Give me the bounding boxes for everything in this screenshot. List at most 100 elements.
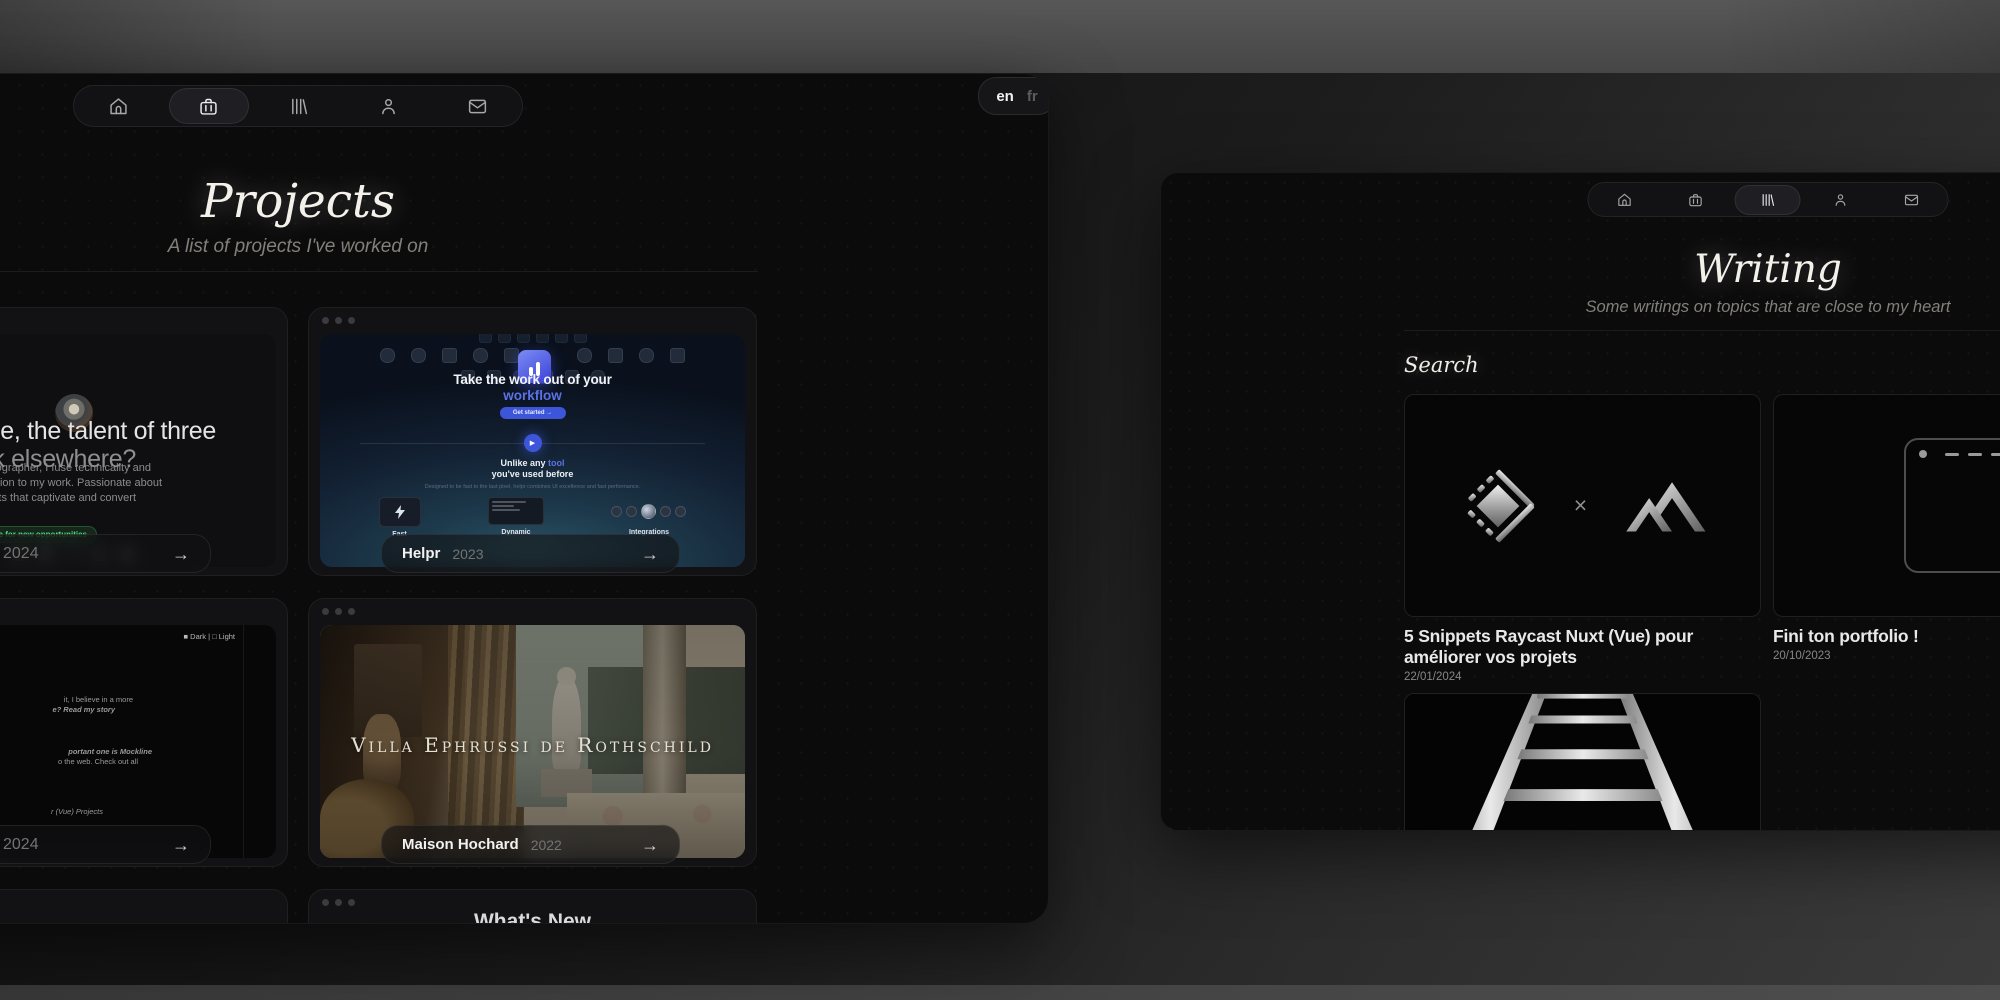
nav-home[interactable] [80,89,158,123]
project-card-story[interactable]: ■ Dark | □ Light it, I believe in a more… [0,598,288,867]
library-icon [1760,192,1776,208]
whats-new-title: What's New [309,910,756,924]
story-line1: it, I believe in a more [64,695,133,704]
writing-window: Writing Some writings on topics that are… [1160,172,2000,831]
raycast-logo [1456,464,1540,548]
helpr-sub-line2: you've used before [320,469,745,479]
story-line3: portant one is Mockline [68,747,152,756]
arrow-right-icon: → [641,545,659,563]
story-line5: r (Vue) Projects [51,807,103,816]
project-card-whats-new[interactable]: What's New [308,889,757,924]
briefcase-icon [1688,192,1704,208]
nav-projects[interactable] [169,88,249,124]
intro-body-line1: t director and photographer, I fuse tech… [0,462,151,474]
desktop-screenshot: { "language_switcher": {"options": ["en"… [0,0,2000,1000]
page-title: Projects [0,174,1048,229]
project-link-pill[interactable]: 2024 → [0,534,211,573]
project-year: 2024 [3,836,39,854]
lang-fr[interactable]: fr [1027,88,1038,105]
nav-about[interactable] [1808,186,1872,214]
project-card-partial[interactable] [0,889,288,924]
integration-icons [611,497,686,525]
project-link-pill[interactable]: 2024 → [0,825,211,864]
story-line2: e? Read my story [52,705,115,714]
villa-caption: Villa Ephrussi de Rothschild [320,733,745,757]
post-date: 20/10/2023 [1773,650,2000,662]
nav-projects[interactable] [1664,186,1728,214]
intro-body-line3: give life to projects that captivate and… [0,492,136,504]
nav-writing[interactable] [1735,185,1801,215]
story-divider [243,625,244,858]
nav-about[interactable] [349,89,427,123]
helpr-caption: Designed to be fast to the last pixel, h… [320,484,745,490]
play-button: ▶ [524,434,542,452]
page-title: Writing [1161,247,2000,292]
post-cover-ladder [1404,693,1761,831]
arrow-right-icon: → [641,836,659,854]
main-nav [1588,182,1949,217]
helpr-app-icons-row1 [320,334,745,343]
project-year: 2022 [531,837,562,853]
page-subtitle: Some writings on topics that are close t… [1161,298,2000,317]
story-screenshot [0,625,276,858]
post-date: 22/01/2024 [1404,671,1761,683]
helpr-heading-accent: workflow [320,388,745,403]
project-card-intro[interactable]: y of one, the talent of three y look els… [0,307,288,576]
arrow-right-icon: → [172,545,190,563]
post-cover-lightning [1773,394,2000,617]
person-icon [378,96,399,117]
villa-photo: Villa Ephrussi de Rothschild [320,625,745,858]
helpr-sub-line1: Unlike any tool [320,458,745,468]
ladder-illustration [1405,693,1760,831]
main-nav [73,85,523,127]
library-icon [288,96,309,117]
project-year: 2023 [452,546,483,562]
project-name: Maison Hochard [402,836,519,853]
arrow-right-icon: → [172,836,190,854]
project-link-pill[interactable]: Helpr 2023 → [381,534,680,573]
header-divider [0,271,758,272]
post-item[interactable]: × 5 Snippets Raycast Nuxt (Vue) pour amé… [1404,394,1761,683]
helpr-screenshot: Take the work out of your workflow Get s… [320,334,745,567]
helpr-heading: Take the work out of your [320,372,745,387]
project-card-helpr[interactable]: Take the work out of your workflow Get s… [308,307,757,576]
project-link-pill[interactable]: Maison Hochard 2022 → [381,825,680,864]
project-card-maison-hochard[interactable]: Villa Ephrussi de Rothschild Maison Hoch… [308,598,757,867]
header-divider [1404,330,2000,331]
mail-icon [1904,192,1920,208]
project-name: Helpr [402,545,440,562]
project-year: 2024 [3,545,39,563]
post-item[interactable] [1404,693,1761,831]
helpr-get-started-button: Get started → [500,407,566,419]
briefcase-icon [198,96,219,117]
search-label[interactable]: Search [1404,353,1479,377]
home-icon [108,96,129,117]
posts-grid: × 5 Snippets Raycast Nuxt (Vue) pour amé… [1404,394,2000,831]
maison-screenshot: Villa Ephrussi de Rothschild [320,625,745,858]
window-dot [1919,450,1927,458]
projects-grid: y of one, the talent of three y look els… [0,307,757,924]
person-icon [1832,192,1848,208]
nuxt-logo [1621,474,1709,538]
nav-writing[interactable] [260,89,338,123]
story-line4: o the web. Check out all [58,757,138,766]
window-mockup-icon [488,497,544,525]
x-separator: × [1574,492,1587,519]
traffic-dots [322,608,355,615]
traffic-dots [322,317,355,324]
intro-body-line2: ring a unique dimension to my work. Pass… [0,477,162,489]
post-title: 5 Snippets Raycast Nuxt (Vue) pour améli… [1404,626,1761,668]
post-item[interactable]: Fini ton portfolio ! 20/10/2023 [1773,394,2000,683]
traffic-dots [322,899,355,906]
post-cover-raycast-nuxt: × [1404,394,1761,617]
nav-contact[interactable] [438,89,516,123]
browser-window-illustration [1904,438,2000,573]
nav-home[interactable] [1592,186,1656,214]
post-title: Fini ton portfolio ! [1773,626,2000,647]
lang-en[interactable]: en [996,88,1014,105]
language-switcher: en fr [978,77,1049,115]
desktop-bottom-band [0,985,2000,1000]
nav-contact[interactable] [1880,186,1944,214]
mail-icon [467,96,488,117]
theme-toggle: ■ Dark | □ Light [184,632,235,641]
